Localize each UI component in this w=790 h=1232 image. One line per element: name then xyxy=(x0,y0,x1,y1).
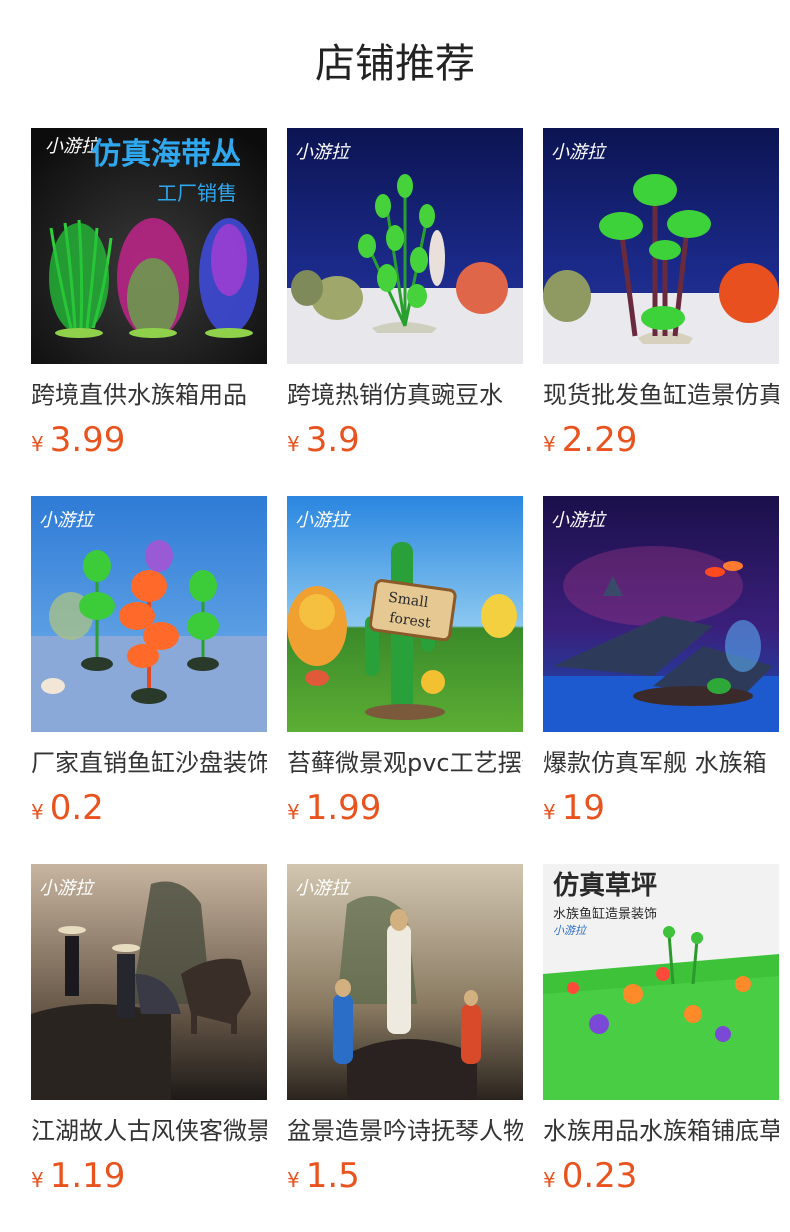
product-card[interactable]: 小游拉 现货批发鱼缸造景仿真 ¥2.29 xyxy=(543,128,779,468)
product-price: ¥1.19 xyxy=(31,1154,267,1198)
product-price: ¥1.99 xyxy=(287,786,523,830)
currency-symbol: ¥ xyxy=(543,1168,556,1192)
price-value: 1.99 xyxy=(305,788,382,828)
currency-symbol: ¥ xyxy=(287,1168,300,1192)
product-price: ¥0.23 xyxy=(543,1154,779,1198)
brand-logo: 小游拉 xyxy=(551,510,607,531)
product-card[interactable]: 小游拉 仿真海带丛 工厂销售 跨境直供水族箱用品 ¥ 3.99 xyxy=(31,128,267,468)
image-headline: 仿真海带丛 xyxy=(91,138,241,171)
brand-logo: 小游拉 xyxy=(295,510,351,531)
product-card[interactable]: 小游拉 跨境热销仿真豌豆水 ¥3.9 xyxy=(287,128,523,468)
brand-logo: 小游拉 xyxy=(551,142,607,163)
aquarium-plant-image: 小游拉 xyxy=(287,128,523,364)
seaweed-plants-image: 小游拉 仿真海带丛 工厂销售 xyxy=(31,128,267,364)
price-value: 2.29 xyxy=(561,420,638,460)
price-value: 0.23 xyxy=(561,1156,638,1196)
product-card[interactable]: Small forest 小游拉 苔藓微景观pvc工艺摆件 ¥1.99 xyxy=(287,496,523,836)
brand-logo: 小游拉 xyxy=(295,142,351,163)
product-name: 厂家直销鱼缸沙盘装饰 xyxy=(31,749,267,777)
product-price: ¥3.99 xyxy=(31,418,267,462)
product-name: 跨境热销仿真豌豆水 xyxy=(287,381,503,409)
product-card[interactable]: 小游拉 江湖故人古风侠客微景观 ¥1.19 xyxy=(31,864,267,1204)
image-subline: 工厂销售 xyxy=(157,182,237,205)
product-card[interactable]: 小游拉 厂家直销鱼缸沙盘装饰 ¥0.2 xyxy=(31,496,267,836)
brand-logo: 小游拉 xyxy=(39,878,95,899)
brand-logo: 小游拉 xyxy=(295,878,351,899)
product-price: ¥19 xyxy=(543,786,779,830)
brand-logo: 小游拉 xyxy=(553,924,588,937)
brand-logo: 小游拉 xyxy=(39,510,95,531)
scholar-figurines-image: 小游拉 xyxy=(287,864,523,1100)
product-name: 水族用品水族箱铺底草坪 xyxy=(543,1117,779,1145)
currency-symbol: ¥ xyxy=(543,432,556,456)
product-price: ¥1.5 xyxy=(287,1154,523,1198)
price-value: 3.99 xyxy=(49,420,126,460)
product-name: 江湖故人古风侠客微景观 xyxy=(31,1117,267,1145)
product-price: ¥3.9 xyxy=(287,418,523,462)
colorful-plants-image: 小游拉 xyxy=(31,496,267,732)
currency-symbol: ¥ xyxy=(287,800,300,824)
product-card[interactable]: 小游拉 盆景造景吟诗抚琴人物 ¥1.5 xyxy=(287,864,523,1204)
price-value: 0.2 xyxy=(49,788,104,828)
swordsman-figurines-image: 小游拉 xyxy=(31,864,267,1100)
product-name: 跨境直供水族箱用品 xyxy=(31,381,247,409)
shipwreck-image: 小游拉 xyxy=(543,496,779,732)
product-price: ¥0.2 xyxy=(31,786,267,830)
price-value: 3.9 xyxy=(305,420,360,460)
currency-symbol: ¥ xyxy=(31,1168,44,1192)
product-name: 现货批发鱼缸造景仿真 xyxy=(543,381,779,409)
price-value: 19 xyxy=(561,788,605,828)
product-price: ¥2.29 xyxy=(543,418,779,462)
image-subline: 水族鱼缸造景装饰 xyxy=(553,906,657,922)
product-name: 盆景造景吟诗抚琴人物 xyxy=(287,1117,523,1145)
image-headline: 仿真草坪 xyxy=(553,870,657,901)
price-value: 1.5 xyxy=(305,1156,360,1196)
currency-symbol: ¥ xyxy=(287,432,300,456)
artificial-lawn-image: 仿真草坪 水族鱼缸造景装饰 小游拉 xyxy=(543,864,779,1100)
product-card[interactable]: 仿真草坪 水族鱼缸造景装饰 小游拉 水族用品水族箱铺底草 ¥ 0.23 xyxy=(543,864,779,1204)
section-title: 店铺推荐 xyxy=(315,41,475,87)
currency-symbol: ¥ xyxy=(31,800,44,824)
recommend-page: 店铺推荐 小游拉 仿真海带丛 工厂销售 跨境直供水族箱用品 ¥ 3.99 小游拉… xyxy=(0,0,790,1232)
palm-tree-plant-image: 小游拉 xyxy=(543,128,779,364)
currency-symbol: ¥ xyxy=(31,432,44,456)
product-name: 爆款仿真军舰 水族箱 xyxy=(543,749,767,777)
currency-symbol: ¥ xyxy=(543,800,556,824)
product-card[interactable]: 小游拉 爆款仿真军舰 水族箱 ¥19 xyxy=(543,496,779,836)
cactus-sign-image: Small forest 小游拉 xyxy=(287,496,523,732)
price-value: 1.19 xyxy=(49,1156,126,1196)
product-name: 苔藓微景观pvc工艺摆件 xyxy=(287,749,523,777)
